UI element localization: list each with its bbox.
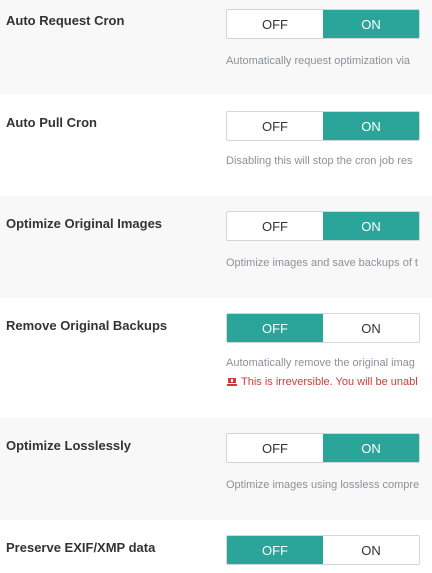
setting-label: Optimize Losslessly [6,438,131,453]
setting-description: Optimize images using lossless compre [226,479,420,491]
toggle-off-button[interactable]: OFF [227,536,323,564]
setting-label: Optimize Original Images [6,216,163,231]
toggle-off-button[interactable]: OFF [227,112,323,140]
preserve-exif-xmp-toggle[interactable]: OFF ON [226,535,420,565]
setting-label: Auto Pull Cron [6,115,97,130]
toggle-off-button[interactable]: OFF [227,212,323,240]
setting-row-remove-original-backups: Remove Original Backups OFF ON Automatic… [0,298,432,418]
toggle-off-button[interactable]: OFF [227,434,323,462]
warning-text: This is irreversible. You will be unabl [241,376,418,388]
settings-panel: Auto Request Cron OFF ON Automatically r… [0,0,432,573]
setting-description: Automatically remove the original imag [226,357,415,369]
setting-row-preserve-exif-xmp: Preserve EXIF/XMP data OFF ON [0,520,432,573]
setting-label: Auto Request Cron [6,13,125,28]
remove-original-backups-toggle[interactable]: OFF ON [226,313,420,343]
toggle-on-button[interactable]: ON [323,10,419,38]
auto-pull-cron-toggle[interactable]: OFF ON [226,111,420,141]
setting-row-optimize-losslessly: Optimize Losslessly OFF ON Optimize imag… [0,418,432,520]
toggle-on-button[interactable]: ON [323,434,419,462]
toggle-on-button[interactable]: ON [323,314,419,342]
setting-description: Disabling this will stop the cron job re… [226,155,413,167]
toggle-on-button[interactable]: ON [323,212,419,240]
setting-description: Optimize images and save backups of t [226,257,418,269]
optimize-losslessly-toggle[interactable]: OFF ON [226,433,420,463]
setting-description: Automatically request optimization via [226,55,411,67]
setting-warning: This is irreversible. You will be unabl [227,376,418,388]
toggle-off-button[interactable]: OFF [227,314,323,342]
toggle-on-button[interactable]: ON [323,112,419,140]
auto-request-cron-toggle[interactable]: OFF ON [226,9,420,39]
setting-row-optimize-original-images: Optimize Original Images OFF ON Optimize… [0,196,432,298]
optimize-original-images-toggle[interactable]: OFF ON [226,211,420,241]
setting-label: Remove Original Backups [6,318,168,333]
toggle-on-button[interactable]: ON [323,536,419,564]
setting-row-auto-request-cron: Auto Request Cron OFF ON Automatically r… [0,0,432,94]
alert-icon [227,378,237,386]
setting-label: Preserve EXIF/XMP data [6,540,156,555]
toggle-off-button[interactable]: OFF [227,10,323,38]
setting-row-auto-pull-cron: Auto Pull Cron OFF ON Disabling this wil… [0,94,432,196]
